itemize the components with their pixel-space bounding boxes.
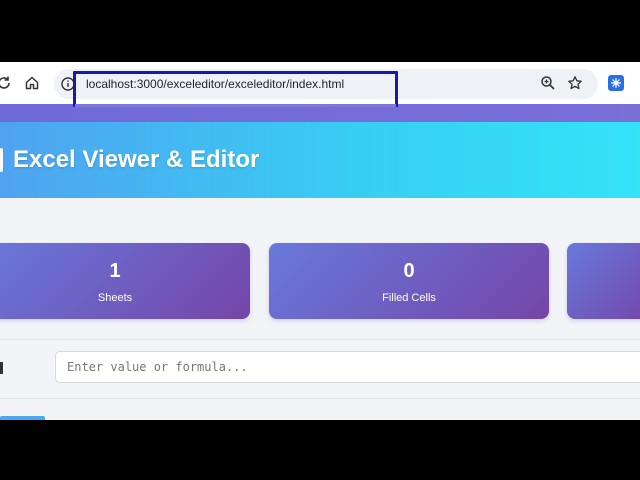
url-highlight-box [73,71,398,107]
letterbox-top [0,0,640,62]
reload-icon[interactable] [0,73,14,93]
url-highlight-underline [75,104,396,107]
stat-value: 0 [403,260,415,282]
stat-label: Filled Cells [382,292,436,304]
zoom-icon[interactable] [538,73,558,93]
stat-label: Sheets [97,292,133,304]
main-content: 1 Sheets 0 Filled Cells [0,198,640,420]
stat-card-sheets: 1 Sheets [0,243,250,319]
bookmark-star-icon[interactable] [565,73,585,93]
cell-reference [0,362,3,374]
stat-value: 1 [109,260,121,282]
page-title: Excel Viewer & Editor [13,146,260,173]
formula-input[interactable] [55,351,640,383]
browser-viewport: localhost:3000/exceleditor/exceleditor/i… [0,62,640,420]
divider [0,398,640,399]
app-header: Excel Viewer & Editor [0,122,640,198]
home-icon[interactable] [22,73,42,93]
divider [0,339,640,340]
extension-icon[interactable] [608,75,624,91]
letterbox-bottom [0,420,640,480]
stat-card-partial [567,243,640,319]
header-logo-icon [0,148,3,172]
stat-card-filled-cells: 0 Filled Cells [269,243,549,319]
